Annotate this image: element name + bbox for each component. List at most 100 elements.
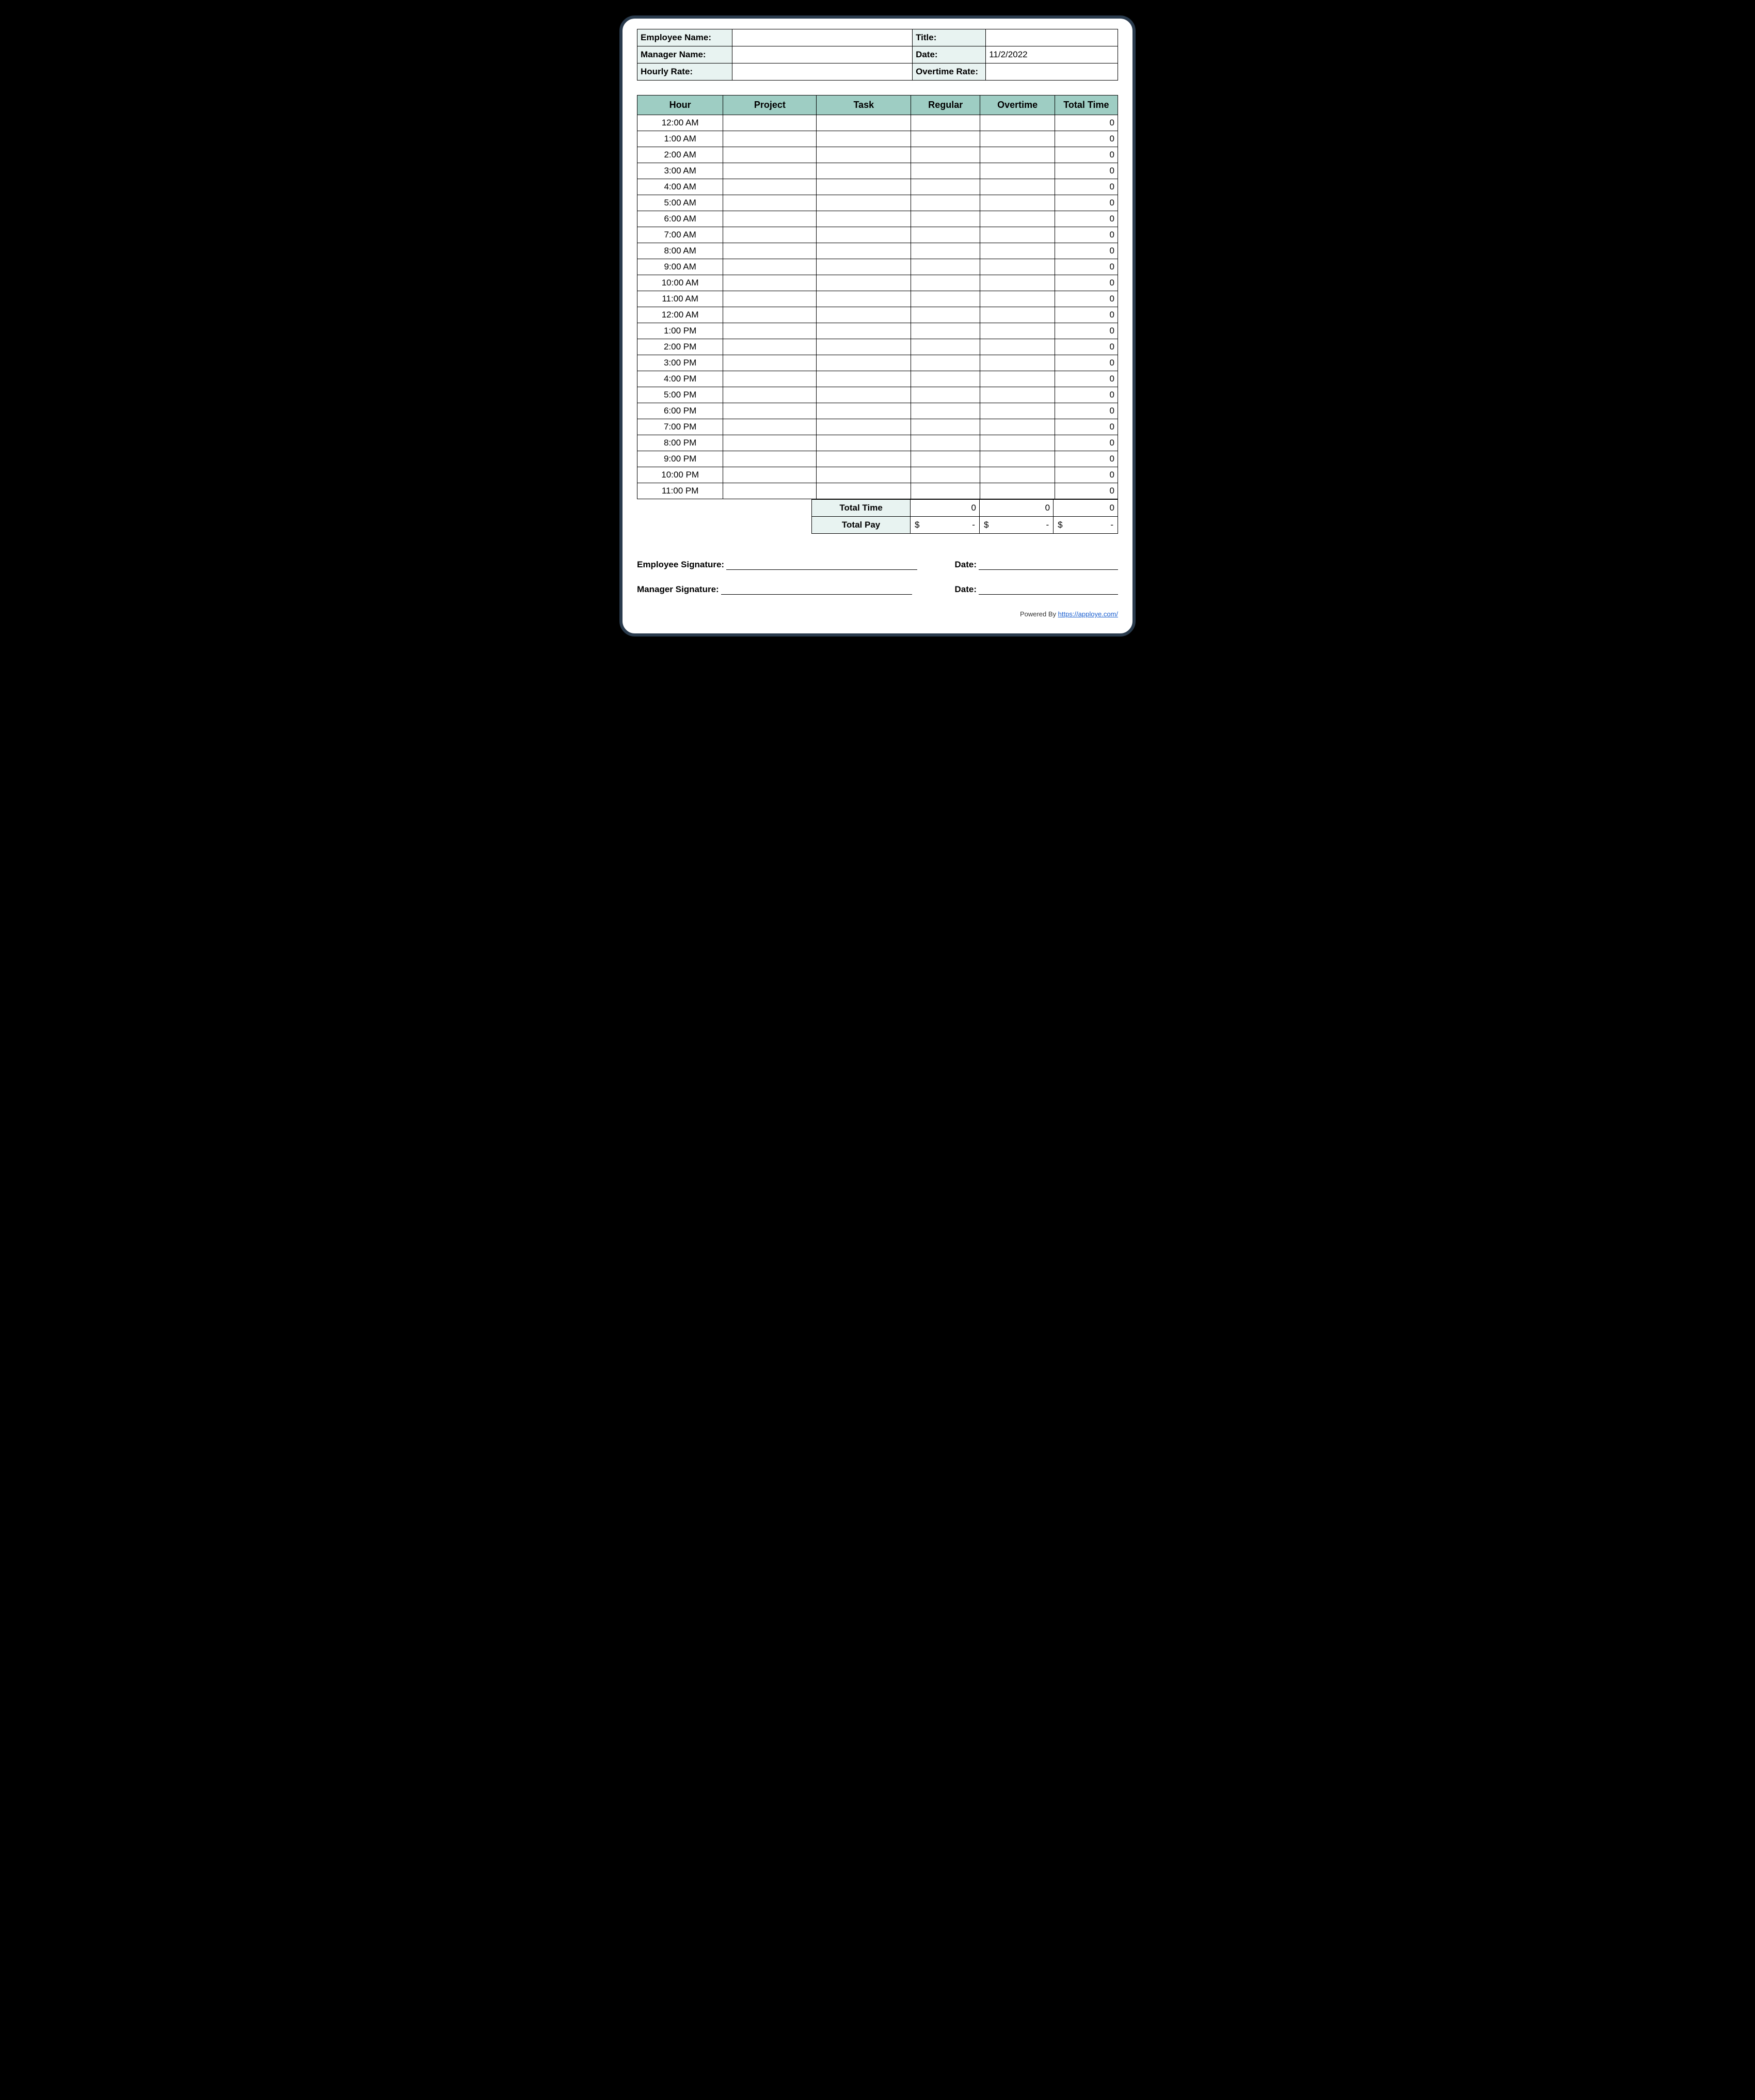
cell-overtime[interactable] xyxy=(980,115,1055,131)
cell-task[interactable] xyxy=(817,163,911,179)
cell-regular[interactable] xyxy=(911,435,980,451)
cell-overtime[interactable] xyxy=(980,403,1055,419)
cell-project[interactable] xyxy=(723,371,817,387)
cell-project[interactable] xyxy=(723,275,817,291)
cell-regular[interactable] xyxy=(911,387,980,403)
cell-task[interactable] xyxy=(817,419,911,435)
manager-date-line[interactable] xyxy=(979,585,1118,595)
cell-regular[interactable] xyxy=(911,467,980,483)
cell-project[interactable] xyxy=(723,259,817,275)
cell-task[interactable] xyxy=(817,227,911,243)
cell-overtime[interactable] xyxy=(980,163,1055,179)
cell-project[interactable] xyxy=(723,195,817,211)
cell-overtime[interactable] xyxy=(980,451,1055,467)
cell-regular[interactable] xyxy=(911,419,980,435)
powered-by-link[interactable]: https://apploye.com/ xyxy=(1058,610,1118,618)
cell-overtime[interactable] xyxy=(980,275,1055,291)
cell-project[interactable] xyxy=(723,131,817,147)
cell-task[interactable] xyxy=(817,291,911,307)
cell-task[interactable] xyxy=(817,435,911,451)
cell-project[interactable] xyxy=(723,163,817,179)
cell-overtime[interactable] xyxy=(980,227,1055,243)
cell-project[interactable] xyxy=(723,355,817,371)
cell-regular[interactable] xyxy=(911,211,980,227)
cell-overtime[interactable] xyxy=(980,371,1055,387)
manager-signature-line[interactable] xyxy=(721,585,912,595)
date-value[interactable]: 11/2/2022 xyxy=(986,46,1118,63)
cell-project[interactable] xyxy=(723,339,817,355)
cell-regular[interactable] xyxy=(911,483,980,499)
cell-overtime[interactable] xyxy=(980,355,1055,371)
cell-task[interactable] xyxy=(817,403,911,419)
cell-regular[interactable] xyxy=(911,163,980,179)
cell-regular[interactable] xyxy=(911,275,980,291)
cell-regular[interactable] xyxy=(911,259,980,275)
cell-regular[interactable] xyxy=(911,355,980,371)
cell-overtime[interactable] xyxy=(980,307,1055,323)
hourly-rate-value[interactable] xyxy=(732,63,913,81)
cell-project[interactable] xyxy=(723,179,817,195)
cell-task[interactable] xyxy=(817,131,911,147)
cell-project[interactable] xyxy=(723,323,817,339)
cell-overtime[interactable] xyxy=(980,435,1055,451)
cell-regular[interactable] xyxy=(911,291,980,307)
cell-task[interactable] xyxy=(817,259,911,275)
cell-overtime[interactable] xyxy=(980,387,1055,403)
employee-signature-line[interactable] xyxy=(726,560,917,570)
cell-task[interactable] xyxy=(817,355,911,371)
cell-task[interactable] xyxy=(817,483,911,499)
cell-task[interactable] xyxy=(817,371,911,387)
cell-overtime[interactable] xyxy=(980,419,1055,435)
cell-project[interactable] xyxy=(723,307,817,323)
cell-regular[interactable] xyxy=(911,339,980,355)
employee-date-line[interactable] xyxy=(979,560,1118,570)
cell-project[interactable] xyxy=(723,147,817,163)
cell-project[interactable] xyxy=(723,403,817,419)
cell-overtime[interactable] xyxy=(980,483,1055,499)
cell-regular[interactable] xyxy=(911,195,980,211)
cell-task[interactable] xyxy=(817,323,911,339)
cell-overtime[interactable] xyxy=(980,179,1055,195)
cell-project[interactable] xyxy=(723,467,817,483)
cell-overtime[interactable] xyxy=(980,339,1055,355)
cell-regular[interactable] xyxy=(911,403,980,419)
cell-task[interactable] xyxy=(817,339,911,355)
cell-project[interactable] xyxy=(723,483,817,499)
cell-project[interactable] xyxy=(723,387,817,403)
cell-overtime[interactable] xyxy=(980,291,1055,307)
cell-project[interactable] xyxy=(723,243,817,259)
cell-overtime[interactable] xyxy=(980,211,1055,227)
cell-task[interactable] xyxy=(817,275,911,291)
overtime-rate-value[interactable] xyxy=(986,63,1118,81)
cell-project[interactable] xyxy=(723,291,817,307)
cell-overtime[interactable] xyxy=(980,195,1055,211)
cell-task[interactable] xyxy=(817,467,911,483)
cell-task[interactable] xyxy=(817,211,911,227)
manager-name-value[interactable] xyxy=(732,46,913,63)
cell-regular[interactable] xyxy=(911,115,980,131)
cell-project[interactable] xyxy=(723,115,817,131)
cell-regular[interactable] xyxy=(911,147,980,163)
cell-overtime[interactable] xyxy=(980,131,1055,147)
cell-task[interactable] xyxy=(817,387,911,403)
cell-regular[interactable] xyxy=(911,243,980,259)
cell-project[interactable] xyxy=(723,227,817,243)
cell-overtime[interactable] xyxy=(980,147,1055,163)
cell-regular[interactable] xyxy=(911,451,980,467)
cell-project[interactable] xyxy=(723,435,817,451)
cell-overtime[interactable] xyxy=(980,243,1055,259)
cell-task[interactable] xyxy=(817,147,911,163)
cell-task[interactable] xyxy=(817,179,911,195)
cell-overtime[interactable] xyxy=(980,467,1055,483)
title-value[interactable] xyxy=(986,29,1118,46)
cell-overtime[interactable] xyxy=(980,323,1055,339)
cell-regular[interactable] xyxy=(911,307,980,323)
cell-task[interactable] xyxy=(817,243,911,259)
employee-name-value[interactable] xyxy=(732,29,913,46)
cell-regular[interactable] xyxy=(911,131,980,147)
cell-task[interactable] xyxy=(817,115,911,131)
cell-task[interactable] xyxy=(817,307,911,323)
cell-regular[interactable] xyxy=(911,179,980,195)
cell-project[interactable] xyxy=(723,419,817,435)
cell-project[interactable] xyxy=(723,451,817,467)
